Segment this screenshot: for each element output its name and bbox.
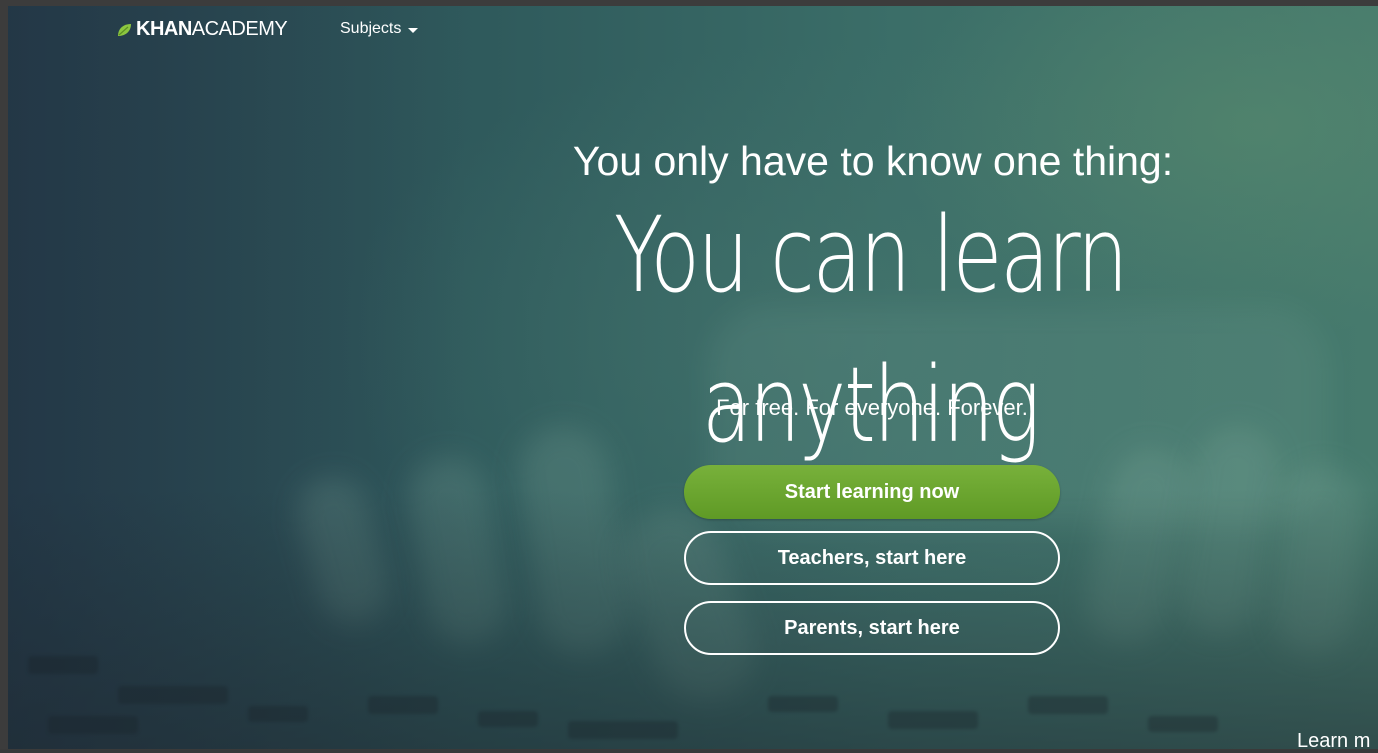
subjects-dropdown[interactable]: Subjects xyxy=(340,20,419,38)
window-left-edge xyxy=(0,0,8,749)
learn-more-link[interactable]: Learn m xyxy=(1297,730,1370,753)
hero-tagline: You only have to know one thing: xyxy=(572,138,1174,184)
chevron-down-icon xyxy=(408,27,419,33)
leaf-icon xyxy=(118,23,131,36)
parents-start-button[interactable]: Parents, start here xyxy=(684,601,1060,655)
subjects-label: Subjects xyxy=(340,20,402,37)
hero-subline: For free. For everyone. Forever. xyxy=(716,395,1028,420)
khan-academy-logo[interactable]: KHAN ACADEMY xyxy=(116,18,288,41)
teachers-start-button[interactable]: Teachers, start here xyxy=(684,531,1060,585)
start-learning-button[interactable]: Start learning now xyxy=(684,465,1060,519)
logo-wordmark-light: ACADEMY xyxy=(191,18,288,40)
logo-wordmark-bold: KHAN xyxy=(136,18,192,40)
hero-headline: You can learn anything xyxy=(613,194,1129,466)
